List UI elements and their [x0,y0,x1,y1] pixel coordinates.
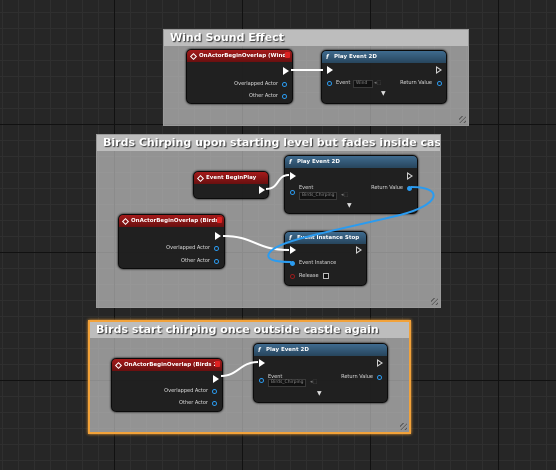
exec-out-pin[interactable] [436,66,442,74]
exec-out-pin[interactable] [407,172,413,180]
chevron-down-icon[interactable]: ▼ [381,90,386,97]
node-title: Event BeginPlay [206,175,257,181]
function-f-icon: f [326,53,329,61]
node-header[interactable]: OnActorBeginOverlap (Birds) [119,215,224,227]
browse-icon[interactable]: ◂⬚ [374,80,381,86]
node-header[interactable]: OnActorBeginOverlap (Birds 2) [112,359,222,371]
chevron-down-icon[interactable]: ▼ [347,202,352,209]
node-play-event-2d-birds-2[interactable]: f Play Event 2D Event Birds_Chirping ◂⬚ … [253,343,388,403]
return-value-pin[interactable] [377,375,382,380]
exec-in-pin[interactable] [327,66,333,74]
release-checkbox[interactable] [323,273,329,279]
overlapped-actor-pin[interactable] [282,82,287,87]
browse-icon[interactable]: ◂⬚ [341,192,348,198]
function-f-icon: f [258,346,261,354]
release-pin[interactable] [290,274,295,279]
return-value-pin[interactable] [407,186,412,191]
overlapped-actor-pin[interactable] [212,389,217,394]
node-on-actor-begin-overlap-birds-2[interactable]: OnActorBeginOverlap (Birds 2) Overlapped… [111,358,223,412]
pin-label-overlapped-actor: Overlapped Actor [164,388,208,394]
node-on-actor-begin-overlap-wind[interactable]: OnActorBeginOverlap (Wind) Overlapped Ac… [186,49,293,104]
event-asset-select[interactable]: Wind [353,80,373,88]
event-pin[interactable] [290,190,295,195]
pin-label-other-actor: Other Actor [179,400,208,406]
other-actor-pin[interactable] [282,94,287,99]
event-diamond-icon [121,217,130,225]
resize-grip[interactable] [431,298,438,305]
pin-label-event: Event [336,80,351,86]
node-play-event-2d-birds[interactable]: f Play Event 2D Event Birds_Chirping ◂⬚ … [284,155,418,214]
node-event-instance-stop[interactable]: f Event Instance Stop Event Instance Rel… [284,231,367,286]
node-event-begin-play[interactable]: Event BeginPlay [193,171,269,199]
comment-title[interactable]: Birds Chirping upon starting level but f… [97,135,440,151]
pin-label-return-value: Return Value [400,80,432,86]
node-title: Play Event 2D [297,159,340,165]
node-title: OnActorBeginOverlap (Birds) [131,218,222,224]
function-f-icon: f [289,158,292,166]
comment-title[interactable]: Birds start chirping once outside castle… [90,322,409,338]
node-header[interactable]: f Play Event 2D [322,51,446,63]
node-title: OnActorBeginOverlap (Wind) [199,53,289,59]
delegate-pin[interactable] [217,217,222,223]
node-header[interactable]: OnActorBeginOverlap (Wind) [187,50,292,62]
exec-out-pin[interactable] [283,67,289,75]
node-on-actor-begin-overlap-birds[interactable]: OnActorBeginOverlap (Birds) Overlapped A… [118,214,225,269]
node-header[interactable]: f Play Event 2D [285,156,417,168]
node-header[interactable]: f Play Event 2D [254,344,387,356]
comment-title[interactable]: Wind Sound Effect [164,30,468,46]
node-title: Event Instance Stop [297,235,360,241]
delegate-pin[interactable] [215,361,220,367]
pin-label-overlapped-actor: Overlapped Actor [166,245,210,251]
exec-in-pin[interactable] [259,359,265,367]
node-play-event-2d-wind[interactable]: f Play Event 2D Event Wind ◂⬚ Return Val… [321,50,447,104]
chevron-down-icon[interactable]: ▼ [317,390,322,397]
return-value-pin[interactable] [437,81,442,86]
event-diamond-icon [189,52,198,60]
node-header[interactable]: Event BeginPlay [194,172,268,184]
exec-out-pin[interactable] [356,246,362,254]
resize-grip[interactable] [459,116,466,123]
exec-out-pin[interactable] [259,186,265,194]
node-title: OnActorBeginOverlap (Birds 2) [124,362,220,368]
function-f-icon: f [289,234,292,242]
pin-label-other-actor: Other Actor [181,258,210,264]
pin-label-return-value: Return Value [371,185,403,191]
event-asset-select[interactable]: Birds_Chirping [299,192,337,200]
event-pin[interactable] [259,378,264,383]
browse-icon[interactable]: ◂⬚ [310,379,317,385]
pin-label-overlapped-actor: Overlapped Actor [234,81,278,87]
other-actor-pin[interactable] [214,259,219,264]
resize-grip[interactable] [400,423,407,430]
pin-label-other-actor: Other Actor [249,93,278,99]
pin-label-event: Event [299,185,314,191]
node-title: Play Event 2D [334,54,377,60]
delegate-pin[interactable] [285,52,290,58]
pin-label-return-value: Return Value [341,374,373,380]
node-title: Play Event 2D [266,347,309,353]
event-instance-pin[interactable] [290,261,295,266]
exec-in-pin[interactable] [290,246,296,254]
overlapped-actor-pin[interactable] [214,246,219,251]
exec-out-pin[interactable] [377,359,383,367]
exec-out-pin[interactable] [213,375,219,383]
exec-out-pin[interactable] [215,232,221,240]
pin-label-release: Release [299,273,319,279]
event-diamond-icon [196,174,205,182]
event-asset-select[interactable]: Birds_Chirping [268,379,306,387]
event-diamond-icon [114,361,123,369]
node-header[interactable]: f Event Instance Stop [285,232,366,244]
exec-in-pin[interactable] [290,172,296,180]
other-actor-pin[interactable] [212,401,217,406]
event-pin[interactable] [327,81,332,86]
pin-label-event-instance: Event Instance [299,260,337,266]
